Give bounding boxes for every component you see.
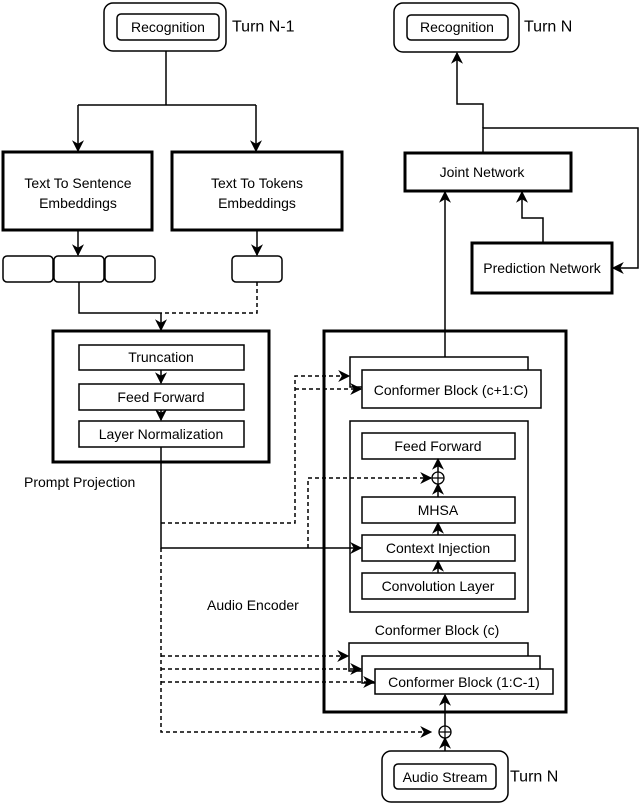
label: Embeddings (218, 195, 296, 211)
mhsa: MHSA (418, 502, 459, 518)
connector (78, 51, 256, 106)
label: Conformer Block (1:C-1) (388, 674, 540, 690)
prompt-projection-label: Prompt Projection (24, 474, 135, 490)
label: Conformer Block (c+1:C) (374, 382, 528, 398)
turn-label: Turn N (510, 769, 558, 786)
token-embedding-vector (231, 255, 283, 283)
label: Joint Network (440, 164, 526, 180)
conformer-block-upper: Conformer Block (c+1:C) (349, 356, 542, 409)
label: Text To Sentence (24, 175, 131, 191)
text-to-tokens-embeddings: Text To Tokens Embeddings (170, 150, 344, 232)
turn-label: Turn N (524, 19, 572, 36)
layer-normalization: Layer Normalization (99, 426, 224, 442)
truncation: Truncation (128, 349, 194, 365)
audio-stream-turn-n: Audio Stream Turn N (381, 750, 558, 803)
audio-encoder-label: Audio Encoder (207, 597, 299, 613)
conformer-block-c-label: Conformer Block (c) (375, 622, 499, 638)
context-injection: Context Injection (386, 540, 490, 556)
label: Prediction Network (483, 260, 601, 276)
joint-network: Joint Network (403, 151, 573, 193)
feed-forward: Feed Forward (117, 389, 204, 405)
text-to-sentence-embeddings: Text To Sentence Embeddings (1, 150, 154, 232)
turn-label: Turn N-1 (232, 19, 295, 36)
recognition-label: Recognition (131, 19, 205, 35)
recognition-turn-n: Recognition Turn N (393, 2, 572, 53)
add-icon (431, 471, 445, 485)
recognition-label: Recognition (420, 19, 494, 35)
conformer-block-c: Feed Forward MHSA Context Injection Conv… (349, 420, 529, 613)
label: Embeddings (39, 195, 117, 211)
label: Text To Tokens (211, 175, 303, 191)
convolution-layer: Convolution Layer (382, 578, 495, 594)
conformer-block-lower: Conformer Block (1:C-1) (348, 642, 554, 695)
dashed-connector (161, 282, 258, 314)
prediction-network: Prediction Network (470, 241, 614, 295)
feed-forward: Feed Forward (394, 438, 481, 454)
prompt-projection: Truncation Feed Forward Layer Normalizat… (51, 329, 271, 464)
recognition-turn-n-1: Recognition Turn N-1 (103, 2, 295, 52)
joint-to-recognition (451, 51, 484, 128)
add-icon (438, 725, 452, 739)
diagram: Recognition Turn N-1 Text To Sentence Em… (1, 2, 639, 803)
sentence-embedding-vectors (2, 255, 156, 283)
audio-stream-label: Audio Stream (403, 769, 488, 785)
connector (78, 282, 161, 314)
prediction-to-joint (516, 190, 544, 243)
